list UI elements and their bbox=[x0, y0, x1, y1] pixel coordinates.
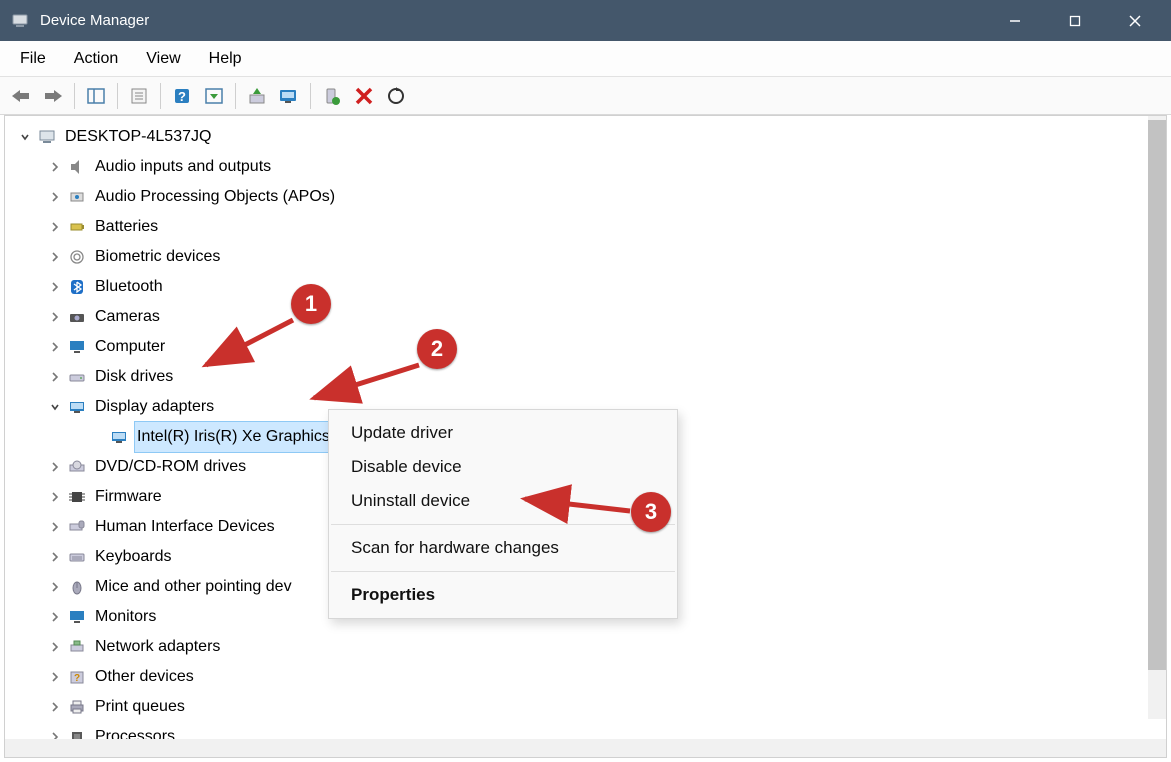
bluetooth-icon bbox=[67, 277, 87, 297]
scrollbar-thumb[interactable] bbox=[1148, 120, 1166, 670]
forward-button[interactable] bbox=[38, 81, 68, 111]
display-adapter-icon bbox=[109, 427, 129, 447]
help-button[interactable]: ? bbox=[167, 81, 197, 111]
chevron-right-icon[interactable] bbox=[47, 339, 63, 355]
optical-drive-icon bbox=[67, 457, 87, 477]
chevron-right-icon[interactable] bbox=[47, 249, 63, 265]
chevron-right-icon[interactable] bbox=[47, 699, 63, 715]
context-menu-disable-device[interactable]: Disable device bbox=[329, 450, 677, 484]
keyboard-icon bbox=[67, 547, 87, 567]
annotation-arrow-1 bbox=[198, 317, 298, 377]
svg-text:?: ? bbox=[178, 89, 186, 104]
minimize-button[interactable] bbox=[985, 0, 1045, 41]
context-menu-separator bbox=[331, 524, 675, 525]
window-title: Device Manager bbox=[40, 12, 985, 29]
printer-icon bbox=[67, 697, 87, 717]
tree-item-cameras[interactable]: Cameras bbox=[7, 302, 1166, 332]
tree-item-processors[interactable]: Processors bbox=[7, 722, 1166, 739]
app-icon bbox=[10, 11, 30, 31]
chevron-down-icon[interactable] bbox=[47, 399, 63, 415]
menu-bar: File Action View Help bbox=[0, 41, 1171, 77]
svg-text:?: ? bbox=[74, 673, 80, 684]
apo-icon bbox=[67, 187, 87, 207]
show-hide-console-tree-button[interactable] bbox=[81, 81, 111, 111]
annotation-arrow-3 bbox=[517, 493, 637, 523]
monitor-icon bbox=[67, 337, 87, 357]
action-options-button[interactable] bbox=[199, 81, 229, 111]
chevron-right-icon[interactable] bbox=[47, 729, 63, 739]
context-menu-update-driver[interactable]: Update driver bbox=[329, 416, 677, 450]
tree-item-audio-inputs-outputs[interactable]: Audio inputs and outputs bbox=[7, 152, 1166, 182]
tree-item-biometric[interactable]: Biometric devices bbox=[7, 242, 1166, 272]
enable-device-button[interactable] bbox=[317, 81, 347, 111]
network-icon bbox=[67, 637, 87, 657]
chevron-right-icon[interactable] bbox=[47, 459, 63, 475]
tree-item-batteries[interactable]: Batteries bbox=[7, 212, 1166, 242]
menu-action[interactable]: Action bbox=[60, 46, 132, 72]
camera-icon bbox=[67, 307, 87, 327]
chevron-right-icon[interactable] bbox=[47, 579, 63, 595]
chevron-right-icon[interactable] bbox=[47, 279, 63, 295]
refresh-button[interactable] bbox=[381, 81, 411, 111]
tree-item-other-devices[interactable]: ? Other devices bbox=[7, 662, 1166, 692]
fingerprint-icon bbox=[67, 247, 87, 267]
chevron-right-icon[interactable] bbox=[47, 489, 63, 505]
context-menu-separator bbox=[331, 571, 675, 572]
chevron-down-icon[interactable] bbox=[17, 129, 33, 145]
tree-item-network-adapters[interactable]: Network adapters bbox=[7, 632, 1166, 662]
chevron-right-icon[interactable] bbox=[47, 369, 63, 385]
battery-icon bbox=[67, 217, 87, 237]
back-button[interactable] bbox=[6, 81, 36, 111]
tree-root[interactable]: DESKTOP-4L537JQ bbox=[7, 122, 1166, 152]
close-button[interactable] bbox=[1105, 0, 1165, 41]
chevron-right-icon[interactable] bbox=[47, 309, 63, 325]
annotation-callout-3: 3 bbox=[631, 492, 671, 532]
chevron-right-icon[interactable] bbox=[47, 639, 63, 655]
chevron-right-icon[interactable] bbox=[47, 669, 63, 685]
chevron-right-icon[interactable] bbox=[47, 549, 63, 565]
cpu-icon bbox=[67, 727, 87, 739]
chevron-right-icon[interactable] bbox=[47, 609, 63, 625]
mouse-icon bbox=[67, 577, 87, 597]
maximize-button[interactable] bbox=[1045, 0, 1105, 41]
menu-file[interactable]: File bbox=[6, 46, 60, 72]
tree-item-audio-processing[interactable]: Audio Processing Objects (APOs) bbox=[7, 182, 1166, 212]
speaker-icon bbox=[67, 157, 87, 177]
tree-item-computer[interactable]: Computer bbox=[7, 332, 1166, 362]
disk-icon bbox=[67, 367, 87, 387]
toolbar: ? bbox=[0, 77, 1171, 115]
other-device-icon: ? bbox=[67, 667, 87, 687]
tree-item-disk-drives[interactable]: Disk drives bbox=[7, 362, 1166, 392]
context-menu-scan-hardware[interactable]: Scan for hardware changes bbox=[329, 531, 677, 565]
annotation-arrow-2 bbox=[306, 362, 426, 412]
update-driver-button[interactable] bbox=[242, 81, 272, 111]
chevron-right-icon[interactable] bbox=[47, 519, 63, 535]
properties-button[interactable] bbox=[124, 81, 154, 111]
menu-view[interactable]: View bbox=[132, 46, 194, 72]
hid-icon bbox=[67, 517, 87, 537]
title-bar: Device Manager bbox=[0, 0, 1171, 41]
display-adapter-icon bbox=[67, 397, 87, 417]
chevron-right-icon[interactable] bbox=[47, 189, 63, 205]
tree-item-print-queues[interactable]: Print queues bbox=[7, 692, 1166, 722]
computer-icon bbox=[37, 127, 57, 147]
vertical-scrollbar[interactable] bbox=[1148, 116, 1166, 719]
uninstall-device-button[interactable] bbox=[349, 81, 379, 111]
annotation-callout-2: 2 bbox=[417, 329, 457, 369]
chevron-right-icon[interactable] bbox=[47, 219, 63, 235]
scan-hardware-button[interactable] bbox=[274, 81, 304, 111]
tree-item-bluetooth[interactable]: Bluetooth bbox=[7, 272, 1166, 302]
context-menu-properties[interactable]: Properties bbox=[329, 578, 677, 612]
horizontal-scrollbar[interactable] bbox=[5, 739, 1166, 757]
menu-help[interactable]: Help bbox=[195, 46, 256, 72]
chevron-right-icon[interactable] bbox=[47, 159, 63, 175]
monitor-icon bbox=[67, 607, 87, 627]
chip-icon bbox=[67, 487, 87, 507]
annotation-callout-1: 1 bbox=[291, 284, 331, 324]
